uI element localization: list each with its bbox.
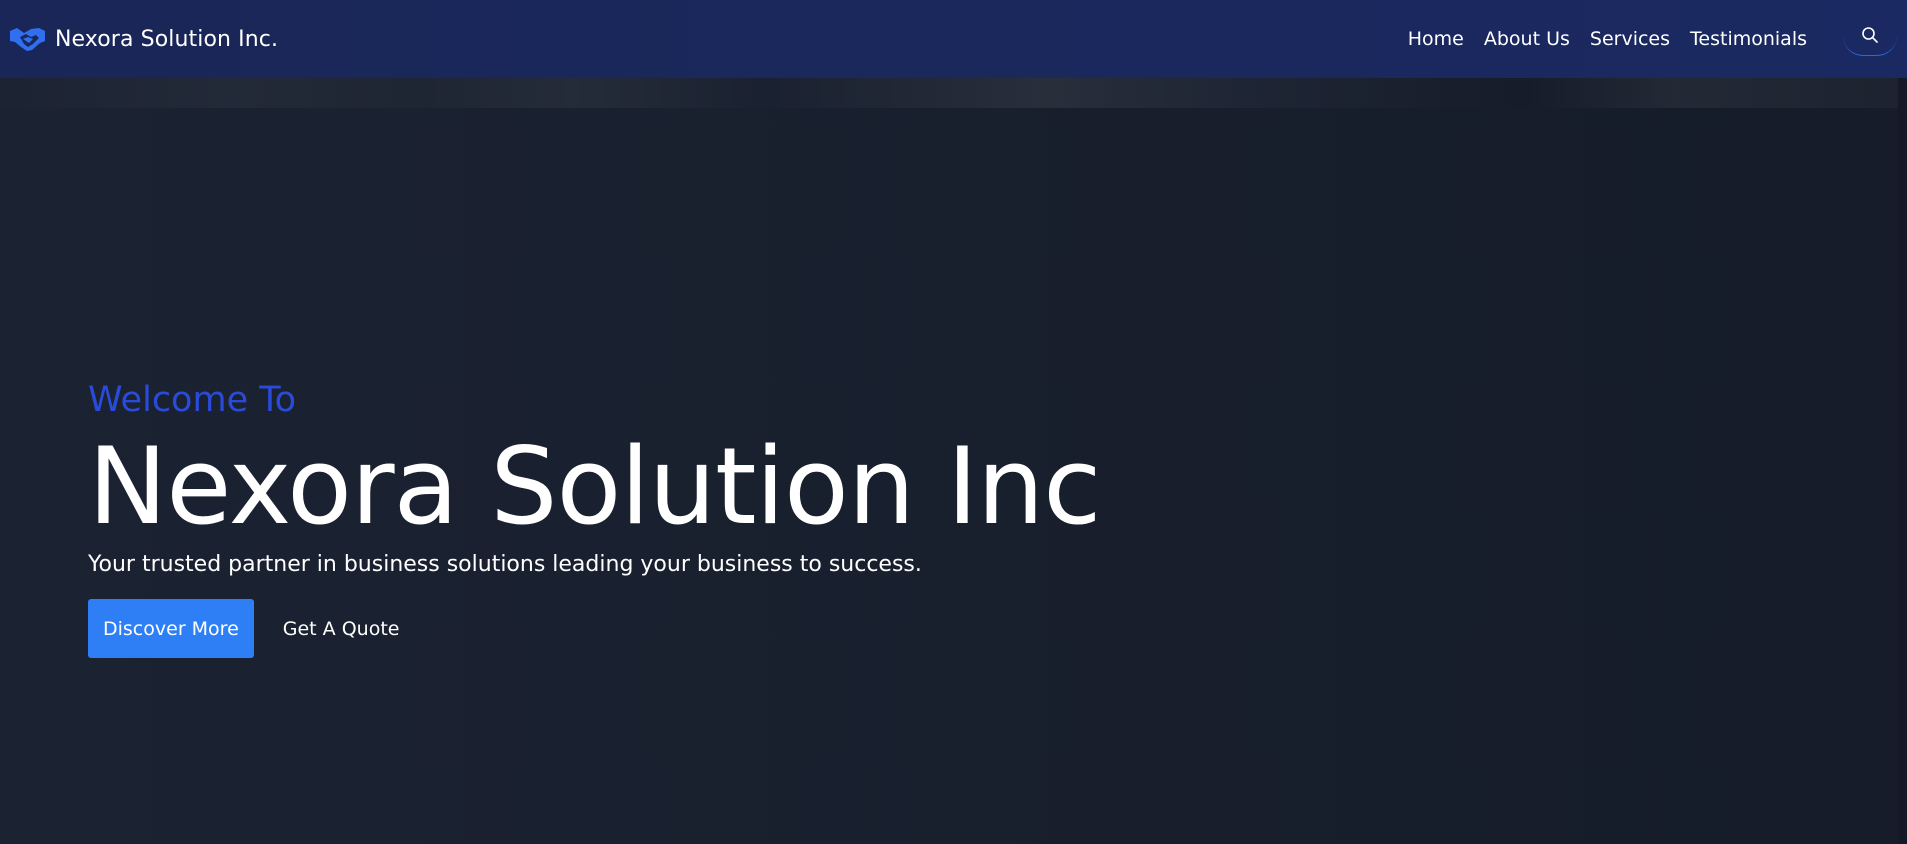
scroll-gutter	[1898, 0, 1907, 844]
get-a-quote-button[interactable]: Get A Quote	[283, 618, 400, 640]
nav-links: Home About Us Services Testimonials	[1398, 0, 1817, 78]
brand-name: Nexora Solution Inc.	[55, 26, 279, 52]
hero-image-strip	[0, 78, 1907, 108]
navbar: Nexora Solution Inc. Home About Us Servi…	[0, 0, 1907, 78]
hero-actions: Discover More Get A Quote	[88, 599, 1100, 658]
nav-link-services[interactable]: Services	[1580, 28, 1680, 50]
nav-link-testimonials[interactable]: Testimonials	[1680, 28, 1817, 50]
page: Nexora Solution Inc. Home About Us Servi…	[0, 0, 1907, 844]
nav-link-home[interactable]: Home	[1398, 28, 1474, 50]
search-icon	[1861, 26, 1879, 48]
nav-link-about-us[interactable]: About Us	[1474, 28, 1580, 50]
hero-tagline: Your trusted partner in business solutio…	[88, 552, 922, 577]
hero-content: Welcome To Nexora Solution Inc Your trus…	[88, 372, 1101, 658]
discover-more-button[interactable]: Discover More	[88, 599, 254, 658]
brand[interactable]: Nexora Solution Inc.	[9, 25, 278, 53]
hero-headline: Nexora Solution Inc	[88, 425, 1101, 548]
hero-welcome: Welcome To	[88, 380, 297, 420]
handshake-icon	[9, 25, 46, 53]
search-button[interactable]	[1843, 18, 1897, 56]
